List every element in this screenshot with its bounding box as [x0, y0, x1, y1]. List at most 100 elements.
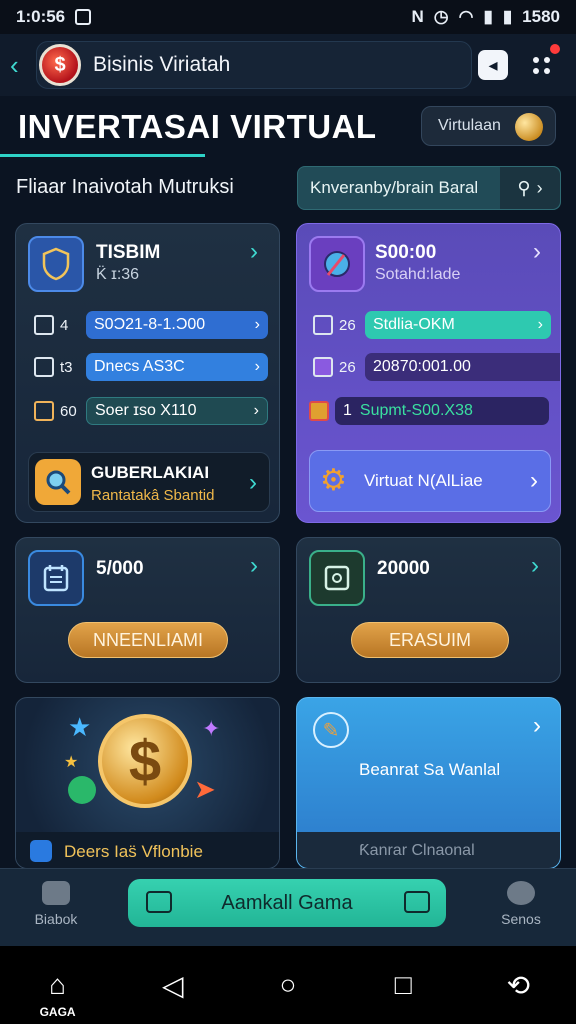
battery-level: 1580 — [522, 7, 560, 26]
chevron-right-icon: › — [536, 177, 543, 198]
caption-bar: Deers Ias̈ Vflonbie — [16, 832, 279, 868]
card3-value: 5/000 — [96, 558, 144, 579]
mode-label: Virtulaan — [438, 117, 501, 134]
box-icon — [313, 357, 333, 377]
wrench-gear-icon: ⚙ — [320, 464, 347, 497]
row-value-pill[interactable]: Soer ɪso X110 › — [86, 397, 268, 425]
nav-item-left[interactable]: Biabok — [16, 881, 96, 927]
menu-grid-button[interactable] — [526, 50, 556, 80]
card5-caption: Deers Ias̈ Vflonbie — [64, 842, 203, 861]
filter-label: Fliaar Inaivotah Mutruksi — [16, 176, 234, 198]
chevron-right-icon[interactable]: › — [250, 238, 258, 266]
card2-row: 26 20870:001.00 — [313, 352, 560, 382]
card1-row: 60 Soer ɪso X110 › — [34, 396, 268, 426]
card1-row: t3 Dnecs AS3C › — [34, 352, 268, 382]
row-value: 20870:001.00 — [373, 358, 471, 375]
promo-card-virtual[interactable]: ✎ › Beanrat Sa Wanlal Ƙanrar Clnaonal — [296, 697, 561, 869]
card2-row: 26 Stdlia-OKM › — [313, 310, 551, 340]
calendar-icon — [28, 550, 84, 606]
row-value-pill[interactable]: Dnecs AS3C › — [86, 353, 268, 381]
promo-card-coin[interactable]: $ ★ ✦ ★ ➤ Deers Ias̈ Vflonbie — [15, 697, 280, 869]
card1-title: TISBIM — [96, 242, 161, 263]
safe-icon — [309, 550, 365, 606]
caption-bar: Ƙanrar Clnaonal — [297, 832, 560, 868]
title-underline — [0, 154, 205, 157]
hero-section: INVERTASAI VIRTUAL Virtulaan — [0, 96, 576, 158]
alarm-icon: ◷ — [433, 7, 449, 26]
card2-subtitle: Sotahd:lade — [375, 266, 461, 283]
chat-bubble-icon — [68, 776, 96, 804]
row-value-pill[interactable]: Stdlia-OKM › — [365, 311, 551, 339]
chevron-right-icon: › — [249, 469, 257, 496]
status-bar: 1:0:56 N ◷ ◠ ▮ ▮ 1580 — [0, 0, 576, 34]
subcard-title: Virtuat N(AlLiae — [364, 471, 483, 490]
virtual-subcard[interactable]: ⚙ Virtuat N(AlLiae › — [309, 450, 551, 512]
search-input[interactable]: Knveranby/brain Baral ⚲ › — [297, 166, 561, 210]
card2-title: S00:00 — [375, 242, 437, 263]
home-app-button[interactable]: ⌂ GAGA — [38, 965, 78, 1019]
card1-row: 4 S0Ɔ21-8-1.Ɔ00 › — [34, 310, 268, 340]
primary-cta-button[interactable]: Aamkall Gama — [128, 879, 446, 927]
card2-row: 1 Supmt-S00.X38 — [309, 396, 549, 426]
row-value: Supmt-S00.X38 — [359, 402, 473, 419]
row-count: 60 — [60, 402, 77, 420]
subcard-text: Rantatakâ Sbantid — [91, 487, 215, 504]
notification-dot — [550, 44, 560, 54]
filter-row: Fliaar Inaivotah Mutruksi Knveranby/brai… — [0, 166, 576, 210]
calculator-icon — [34, 357, 54, 377]
money-globe-icon — [309, 236, 365, 292]
document-icon — [34, 315, 54, 335]
star-small-icon: ★ — [64, 754, 79, 771]
bottom-nav: Biabok Aamkall Gama Senos — [0, 868, 576, 946]
app-bar: ‹ $ Bisinis Viriatah ◂ — [0, 34, 576, 96]
investment-card-1[interactable]: TISBIM K̈ ɪ:36 › 4 S0Ɔ21-8-1.Ɔ00 › t3 Dne… — [15, 223, 280, 523]
tools-icon: ✎ — [313, 712, 349, 748]
card6-caption: Ƙanrar Clnaonal — [359, 842, 475, 859]
share-button[interactable]: ◂ — [478, 50, 508, 80]
circle-home-icon: ○ — [279, 969, 297, 1000]
row-value: Soer ɪso X110 — [95, 402, 197, 419]
home-button[interactable]: ○ — [268, 965, 308, 1005]
page-title: INVERTASAI VIRTUAL — [18, 108, 377, 145]
home-label: GAGA — [39, 1005, 76, 1019]
row-count: 4 — [60, 316, 69, 334]
search-button[interactable]: ⚲ › — [500, 167, 560, 209]
rocket-icon: ➤ — [194, 774, 216, 804]
row-value-pill[interactable]: S0Ɔ21-8-1.Ɔ00 › — [86, 311, 268, 339]
card3-action-button[interactable]: NNEENLIAMI — [68, 622, 228, 658]
back-arrow-icon[interactable]: ‹ — [10, 50, 32, 81]
brand-logo-icon: $ — [39, 44, 81, 86]
mode-toggle[interactable]: Virtulaan — [421, 106, 556, 146]
chevron-right-icon[interactable]: › — [531, 552, 539, 580]
gift-box-icon — [309, 401, 329, 421]
notification-icon — [75, 9, 92, 25]
balance-card-1[interactable]: 5/000 › NNEENLIAMI — [15, 537, 280, 683]
signal-icon: ▮ — [483, 7, 493, 26]
back-button[interactable]: ◁ — [153, 965, 193, 1005]
nav-item-right[interactable]: Senos — [481, 881, 561, 927]
learn-subcard[interactable]: GUBERLAKIAI Rantatakâ Sbantid › — [28, 452, 270, 512]
search-icon: ⚲ — [517, 177, 531, 198]
card1-subtitle: K̈ ɪ:36 — [96, 266, 140, 283]
row-count: 1 — [343, 402, 352, 419]
subcard-title: GUBERLAKIAI — [91, 463, 210, 482]
card4-action-button[interactable]: ERASUIM — [351, 622, 509, 658]
coin-icon — [515, 113, 543, 141]
list-icon — [313, 315, 333, 335]
nav-right-label: Senos — [501, 911, 541, 927]
balance-card-2[interactable]: 20000 › ERASUIM — [296, 537, 561, 683]
investment-card-2[interactable]: S00:00 Sotahd:lade › 26 Stdlia-OKM › 26 2… — [296, 223, 561, 523]
recents-button[interactable]: □ — [383, 965, 423, 1005]
rotate-button[interactable]: ⟲ — [498, 965, 538, 1005]
rotate-icon: ⟲ — [506, 969, 531, 1001]
row-count: 26 — [339, 358, 356, 376]
row-value-pill[interactable]: 1 Supmt-S00.X38 — [335, 397, 549, 425]
app-title: Bisinis Viriatah — [93, 53, 231, 76]
row-value-pill[interactable]: 20870:001.00 — [365, 353, 560, 381]
chevron-right-icon[interactable]: › — [533, 238, 541, 266]
chevron-right-icon[interactable]: › — [250, 552, 258, 580]
house-icon: ⌂ — [49, 969, 67, 1000]
row-value: Dnecs AS3C — [94, 358, 185, 375]
button-label: ERASUIM — [388, 629, 471, 650]
card4-value: 20000 — [377, 558, 430, 579]
